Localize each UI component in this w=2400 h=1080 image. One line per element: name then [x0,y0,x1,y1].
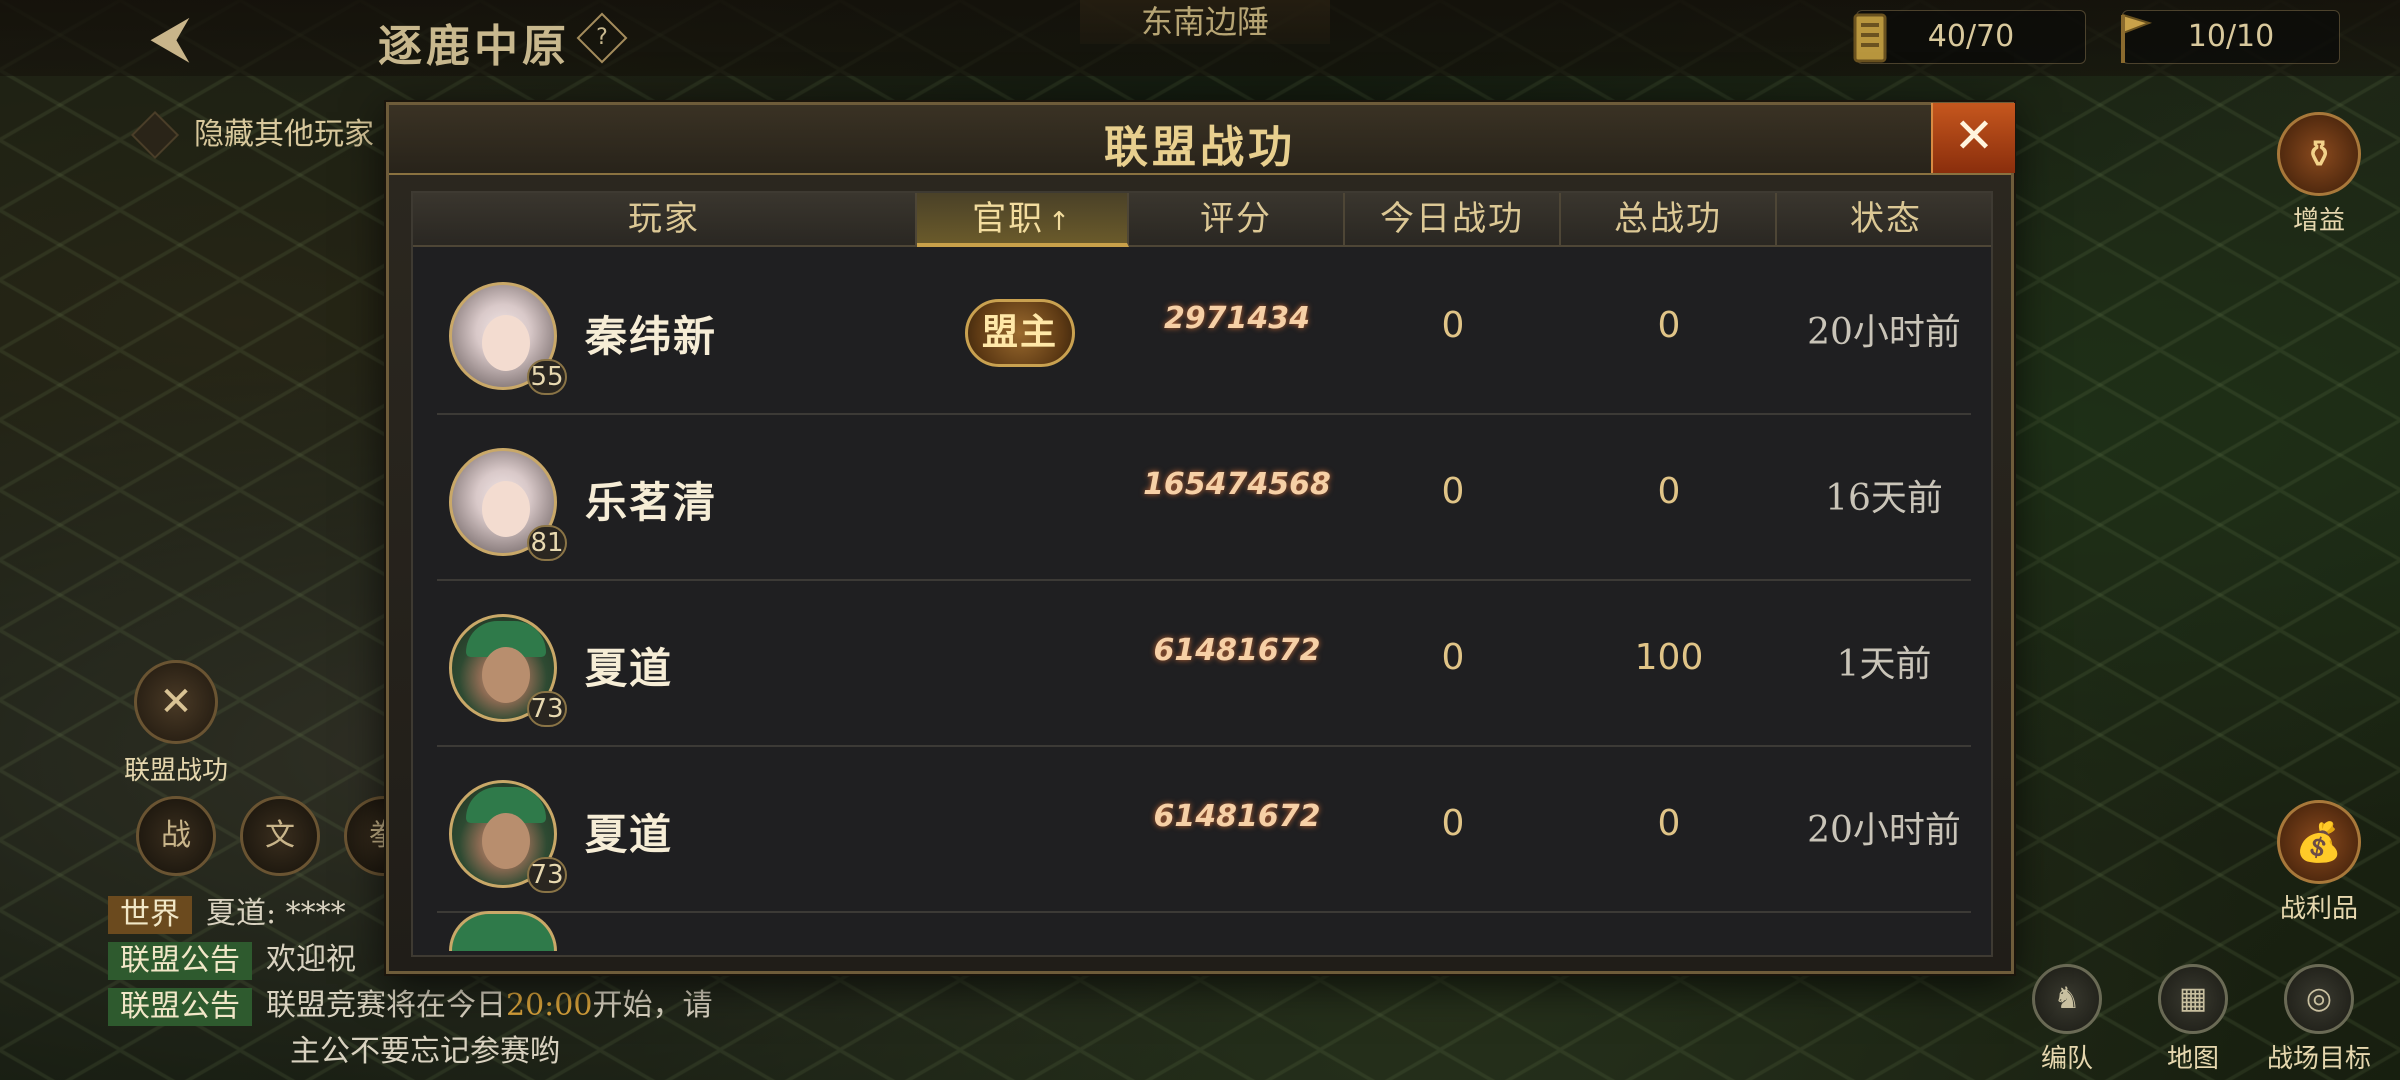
map-button[interactable]: ▦ 地图 [2128,964,2258,1075]
help-icon[interactable]: ? [576,12,628,64]
loot-bag-icon: 💰 [2277,800,2361,884]
chat-text: 联盟竞赛将在今日 [266,988,506,1023]
column-header-rank-label: 官职 [972,199,1045,239]
resource-flags-value: 10/10 [2187,19,2275,54]
loot-button[interactable]: 💰 战利品 [2254,800,2384,925]
dialog-title: 联盟战功 [1104,122,1296,173]
column-header-status[interactable]: 状态 [1777,193,1991,247]
player-score: 165474568 [1143,467,1331,502]
online-status: 16天前 [1825,478,1943,519]
player-level: 81 [527,525,567,561]
battle-scroll-button[interactable]: 战 [136,796,216,876]
notice-scroll-button[interactable]: 文 [240,796,320,876]
map-label: 地图 [2166,1044,2219,1074]
buff-pot-icon: ⚱ [2277,112,2361,196]
formation-label: 编队 [2040,1044,2093,1074]
player-name: 夏道 [585,810,674,859]
column-header-rank[interactable]: 官职 ↑ [917,193,1129,247]
chat-text: 夏道: **** [206,896,346,931]
close-button[interactable]: ✕ [1931,103,2015,173]
alliance-merit-dialog: 联盟战功 ✕ 玩家 官职 ↑ 评分 今日战功 总战功 状态 55 秦纬新 盟主 2… [386,102,2015,974]
chat-channel-tag: 世界 [108,896,192,934]
total-merit: 0 [1657,803,1681,844]
today-merit: 0 [1441,637,1465,678]
online-status: 20小时前 [1807,312,1961,353]
column-header-score[interactable]: 评分 [1129,193,1345,247]
table-row[interactable]: 81 乐茗清 165474568 0 0 16天前 [413,415,1991,581]
hide-other-players-label: 隐藏其他玩家 [194,117,374,152]
online-status: 20小时前 [1807,810,1961,851]
leader-badge: 盟主 [965,299,1075,367]
battle-objective-button[interactable]: ◎ 战场目标 [2254,964,2384,1075]
formation-button[interactable]: ♞ 编队 [2002,964,2132,1075]
player-score: 2971434 [1163,301,1311,336]
player-level: 55 [527,359,567,395]
crossed-swords-icon: ✕ [134,660,218,744]
close-icon: ✕ [1953,108,1995,164]
formation-icon: ♞ [2032,964,2102,1034]
alliance-merit-label: 联盟战功 [123,756,228,786]
resource-orders-value: 40/70 [1927,19,2015,54]
sort-up-arrow-icon: ↑ [1048,207,1072,237]
resource-orders[interactable]: 40/70 [1853,10,2086,64]
chat-text: 开始，请 [592,988,713,1023]
table-row[interactable]: 73 夏道 61481672 0 100 1天前 [413,581,1991,747]
chat-message: 联盟公告 联盟竞赛将在今日20:00开始，请 [108,984,798,1030]
chat-channel-tag: 联盟公告 [108,988,252,1026]
region-label: 东南边陲 [1080,0,1330,44]
column-header-today-merit[interactable]: 今日战功 [1345,193,1561,247]
player-name: 秦纬新 [585,312,718,361]
table-row[interactable]: 55 秦纬新 盟主 2971434 0 0 20小时前 [413,249,1991,415]
player-score: 61481672 [1153,633,1321,668]
map-icon: ▦ [2158,964,2228,1034]
player-name: 夏道 [585,644,674,693]
chat-channel-tag: 联盟公告 [108,942,252,980]
hide-other-players-toggle[interactable]: 隐藏其他玩家 [128,110,374,160]
checkbox-diamond-icon [130,110,180,160]
merit-table[interactable]: 玩家 官职 ↑ 评分 今日战功 总战功 状态 55 秦纬新 盟主 2971434 … [411,191,1993,957]
resource-flags[interactable]: 10/10 [2121,10,2340,64]
total-merit: 100 [1634,637,1704,678]
total-merit: 0 [1657,471,1681,512]
chat-text: 欢迎祝 [266,942,356,977]
player-level: 73 [527,857,567,893]
loot-label: 战利品 [2279,894,2358,924]
column-header-total-merit[interactable]: 总战功 [1561,193,1777,247]
player-avatar-partial[interactable] [449,911,557,951]
total-merit: 0 [1657,305,1681,346]
battle-objective-label: 战场目标 [2266,1044,2371,1074]
table-row[interactable]: 73 夏道 61481672 0 0 20小时前 [413,747,1991,913]
alliance-merit-button[interactable]: ✕ 联盟战功 [116,660,236,787]
buff-button[interactable]: ⚱ 增益 [2254,112,2384,237]
player-name: 乐茗清 [585,478,718,527]
chat-time-highlight: 20:00 [506,988,593,1023]
table-header: 玩家 官职 ↑ 评分 今日战功 总战功 状态 [413,193,1991,247]
dialog-header: 联盟战功 ✕ [389,103,2015,175]
top-bar: ⮜ 逐鹿中原 ? 东南边陲 40/70 10/10 [0,0,2400,76]
buff-label: 增益 [2292,206,2345,236]
chat-text-wrap: 主公不要忘记参赛哟 [290,1034,560,1069]
row-divider [437,911,1971,913]
column-header-player[interactable]: 玩家 [413,193,917,247]
target-icon: ◎ [2284,964,2354,1034]
player-score: 61481672 [1153,799,1321,834]
today-merit: 0 [1441,305,1465,346]
map-title: 逐鹿中原 [378,21,570,72]
online-status: 1天前 [1836,644,1932,685]
today-merit: 0 [1441,803,1465,844]
today-merit: 0 [1441,471,1465,512]
back-arrow-icon[interactable]: ⮜ [120,8,220,68]
player-level: 73 [527,691,567,727]
